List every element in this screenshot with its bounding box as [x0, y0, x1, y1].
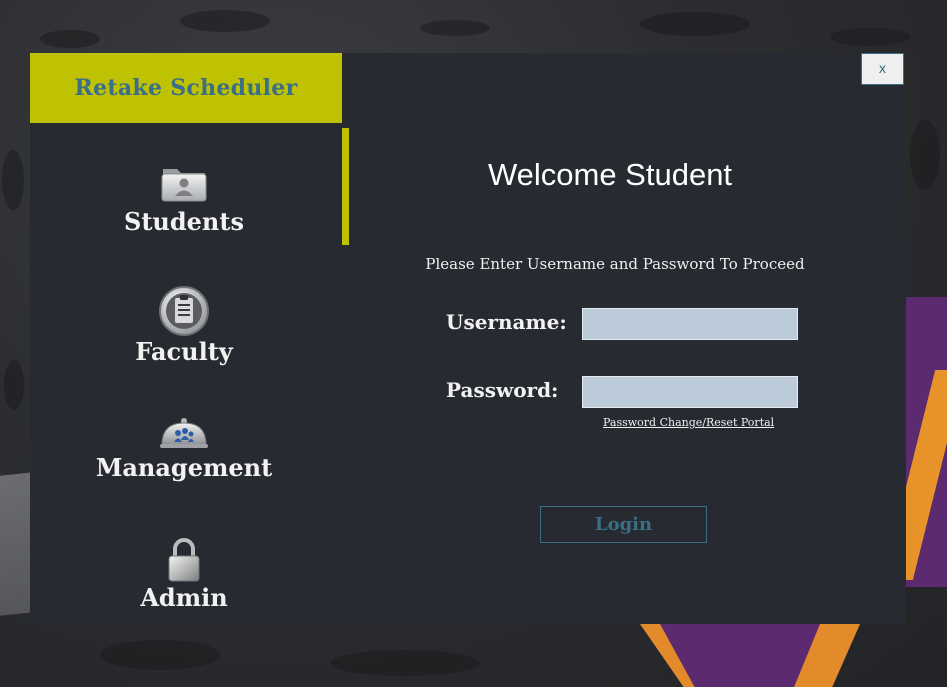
- student-folder-icon: [161, 169, 207, 202]
- sidebar-item-students[interactable]: Students: [30, 163, 338, 236]
- close-button[interactable]: x: [861, 53, 904, 85]
- clipboard-icon: [159, 286, 209, 336]
- login-window: Retake Scheduler x Students Faculty Mana…: [30, 53, 906, 624]
- sidebar-item-management[interactable]: Management: [30, 415, 338, 482]
- sidebar-item-admin[interactable]: Admin: [30, 537, 338, 612]
- sidebar-item-label: Admin: [140, 583, 228, 612]
- sidebar-item-label: Faculty: [135, 337, 233, 366]
- management-dome-icon: [160, 418, 208, 448]
- login-button[interactable]: Login: [540, 506, 707, 543]
- page-title: Welcome Student: [487, 157, 733, 192]
- username-input[interactable]: [582, 308, 798, 340]
- sidebar-item-label: Students: [124, 207, 244, 236]
- app-title: Retake Scheduler: [74, 75, 298, 101]
- password-reset-link[interactable]: Password Change/Reset Portal: [603, 416, 774, 429]
- app-brand-header: Retake Scheduler: [30, 53, 342, 123]
- padlock-icon: [168, 538, 200, 582]
- username-label: Username:: [446, 310, 567, 334]
- login-instruction: Please Enter Username and Password To Pr…: [425, 255, 805, 273]
- password-input[interactable]: [582, 376, 798, 408]
- sidebar-item-label: Management: [95, 453, 273, 482]
- password-label: Password:: [446, 378, 559, 402]
- active-nav-indicator: [342, 128, 349, 245]
- sidebar-item-faculty[interactable]: Faculty: [30, 285, 338, 366]
